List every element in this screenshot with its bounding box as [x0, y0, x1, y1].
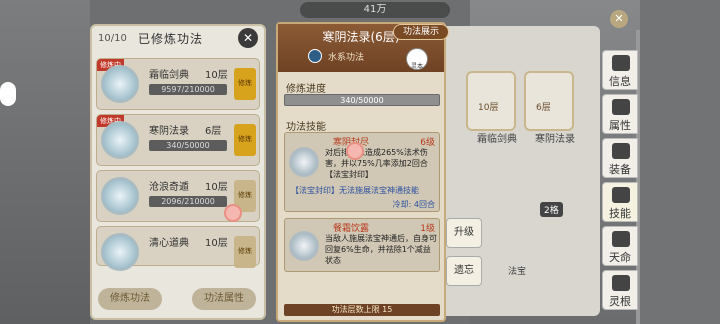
technique-icon: [289, 231, 319, 261]
cultivation-progress: 340/50000: [284, 94, 440, 106]
limit-text: 功法层数上限 15: [331, 305, 393, 314]
element-type: 水系功法: [328, 53, 365, 63]
flower-decor-icon: [346, 142, 364, 160]
skill-item-2[interactable]: 修炼中 寒阴法录 6层 340/50000 修炼: [96, 114, 260, 166]
book-card-name: 寒阴法录: [535, 134, 575, 145]
flower-cursor-icon: [224, 204, 242, 222]
book-card-1[interactable]: 10层 霜临剑典: [466, 71, 517, 145]
skill-progress: 2096/210000: [149, 196, 227, 207]
cultivate-button[interactable]: 修炼: [234, 68, 256, 100]
tab-label: 天命: [609, 251, 631, 264]
fabao-label: 法宝: [508, 267, 527, 277]
skill-name: 沧浪奇遁: [149, 182, 189, 193]
slot-count-badge: 2格: [540, 202, 563, 217]
currency-display: 41万: [300, 2, 450, 18]
attributes-icon: [612, 99, 630, 115]
book-card-level: 6层: [536, 103, 551, 113]
forget-button[interactable]: 遗忘: [446, 256, 482, 286]
skill-icon: [101, 233, 139, 271]
equipment-icon: [612, 143, 630, 159]
chat-bubble-icon[interactable]: [0, 82, 16, 106]
book-card-level: 10层: [478, 103, 499, 113]
skill-item-4[interactable]: 清心道典 10层 修炼: [96, 226, 260, 271]
tab-attributes[interactable]: 属性: [602, 94, 638, 134]
info-icon: [612, 55, 630, 71]
cultivate-button[interactable]: 修炼: [234, 124, 256, 156]
close-corner-icon[interactable]: ✕: [610, 10, 628, 28]
skill-level: 10层: [205, 238, 228, 249]
skills-label: 功法技能: [286, 122, 326, 133]
progress-label: 修炼进度: [286, 84, 326, 95]
tab-label: 装备: [609, 163, 631, 176]
panel-header: 10/10 已修炼功法 ✕: [92, 26, 264, 50]
technique-extra: 【法宝封印】无法施展法宝神通技能: [291, 186, 419, 195]
side-tab-bar: 信息 属性 装备 技能 天命 灵根: [602, 30, 720, 324]
layer-limit-bar: 功法层数上限 15: [284, 304, 440, 316]
progress-text: 2096/210000: [161, 197, 215, 206]
skill-level: 6层: [205, 126, 222, 137]
skill-detail-popup: 寒阴法录(6层) 水系功法 灵本 修炼进度 340/50000 功法技能 寒阴封…: [276, 22, 446, 322]
close-icon[interactable]: ✕: [238, 28, 258, 48]
tab-info[interactable]: 信息: [602, 50, 638, 90]
progress-text: 9597/210000: [161, 85, 215, 94]
cultivated-skills-panel: 10/10 已修炼功法 ✕ 修炼中 霜临剑典 10层 9597/210000 修…: [90, 24, 266, 320]
technique-desc: 当敌人施展法宝神通后，自身可回复6%生命，并祛除1个减益状态: [325, 234, 437, 265]
tab-label: 信息: [609, 75, 631, 88]
tab-equipment[interactable]: 装备: [602, 138, 638, 178]
cultivate-button[interactable]: 修炼: [234, 236, 256, 268]
tab-label: 灵根: [609, 295, 631, 308]
tab-spirit-root[interactable]: 灵根: [602, 270, 638, 310]
skill-icon: [101, 177, 139, 215]
skills-icon: [612, 187, 630, 203]
technique-card-2: 餐霜饮露 1级 当敌人施展法宝神通后，自身可回复6%生命，并祛除1个减益状态: [284, 218, 440, 272]
skill-count: 10/10: [98, 33, 127, 44]
cultivate-skill-button[interactable]: 修炼功法: [98, 288, 162, 310]
tab-label: 属性: [609, 119, 631, 132]
tab-skills[interactable]: 技能: [602, 182, 638, 222]
skill-level: 10层: [205, 70, 228, 81]
skill-attributes-button[interactable]: 功法属性: [192, 288, 256, 310]
technique-desc: 对后排敌人造成265%法术伤害，并以75%几率添加2回合【法宝封印】: [325, 148, 428, 179]
technique-card-1: 寒阴封尽 6级 对后排敌人造成265%法术伤害，并以75%几率添加2回合【法宝封…: [284, 132, 440, 212]
book-card-2[interactable]: 6层 寒阴法录: [524, 71, 575, 145]
rarity-badge: 灵本: [406, 48, 428, 70]
technique-icon: [289, 147, 319, 177]
water-element-icon: [308, 49, 322, 63]
panel-title: 已修炼功法: [138, 32, 204, 46]
skill-name: 霜临剑典: [149, 70, 189, 81]
skill-item-1[interactable]: 修炼中 霜临剑典 10层 9597/210000 修炼: [96, 58, 260, 110]
upgrade-button[interactable]: 升级: [446, 218, 482, 248]
progress-text: 340/50000: [166, 141, 210, 150]
technique-cooldown: 冷却: 4回合: [392, 200, 435, 209]
tab-destiny[interactable]: 天命: [602, 226, 638, 266]
destiny-icon: [612, 231, 630, 247]
skill-level: 10层: [205, 182, 228, 193]
progress-text: 340/50000: [340, 96, 384, 105]
skill-demo-button[interactable]: 功法展示: [393, 24, 449, 40]
background-left: [0, 0, 90, 324]
skill-icon: [101, 121, 139, 159]
skill-name: 清心道典: [149, 238, 189, 249]
skill-progress: 340/50000: [149, 140, 227, 151]
skill-icon: [101, 65, 139, 103]
tab-label: 技能: [609, 207, 631, 220]
panel-bottom-actions: 修炼功法 功法属性: [96, 288, 260, 312]
skill-progress: 9597/210000: [149, 84, 227, 95]
spirit-root-icon: [612, 275, 630, 291]
skill-name: 寒阴法录: [149, 126, 189, 137]
